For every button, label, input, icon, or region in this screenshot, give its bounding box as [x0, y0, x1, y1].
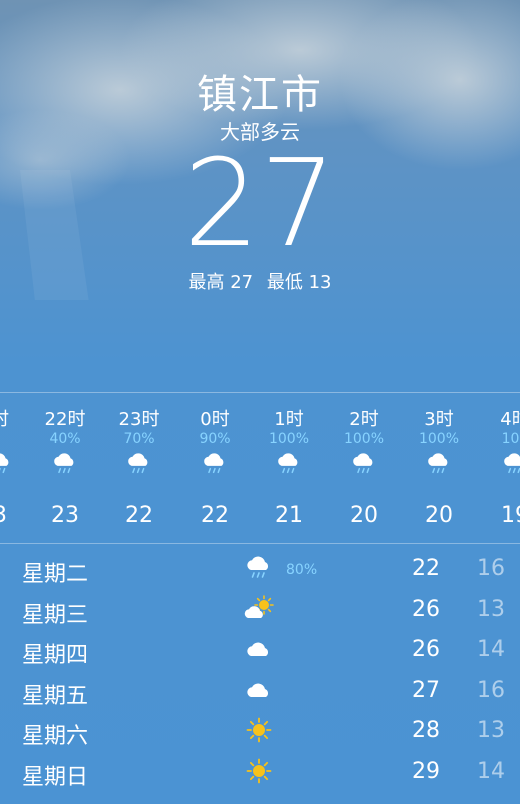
day-name: 星期二: [22, 562, 89, 587]
hour-precip-chance: 90%: [199, 431, 231, 447]
hour-temperature: 20: [350, 503, 378, 528]
hour-time: 0时: [200, 409, 230, 430]
high-low: 最高 27 最低 13: [0, 268, 520, 294]
day-low: 13: [477, 718, 505, 744]
day-low: 16: [477, 677, 505, 703]
cloud-icon: [244, 635, 274, 663]
hour-temperature: 22: [125, 503, 153, 528]
rain-cloud-icon: [0, 451, 14, 477]
hour-time: 1时: [274, 409, 304, 430]
hour-temperature: 22: [201, 503, 229, 528]
day-row: 星期日 29 14: [0, 751, 520, 791]
sun-icon: [244, 757, 274, 785]
day-low: 14: [477, 637, 505, 663]
rain-cloud-icon: [501, 451, 520, 477]
day-low: 13: [477, 596, 505, 622]
hour-precip-chance: 70%: [123, 431, 155, 447]
hour-temperature: 19: [501, 503, 520, 528]
hour-time: 4时: [500, 409, 520, 430]
day-row: 星期四 26 14: [0, 629, 520, 669]
day-high: 29: [412, 759, 440, 784]
hourly-forecast[interactable]: 时322时40%2323时70%220时90%221时100%212时100%2…: [0, 392, 520, 544]
hour-temperature: 21: [275, 503, 303, 528]
day-high: 28: [412, 718, 440, 744]
day-row: 星期五 27 16: [0, 670, 520, 710]
day-row: 星期三 26 13: [0, 589, 520, 629]
day-low: 14: [477, 759, 505, 784]
hour-precip-chance: 100%: [418, 431, 460, 447]
day-high: 27: [412, 677, 440, 703]
day-high: 26: [412, 637, 440, 663]
day-name: 星期六: [22, 724, 89, 750]
day-name: 星期日: [22, 765, 89, 790]
hour-time: 23时: [118, 409, 160, 430]
hour-precip-chance: 100%: [268, 431, 310, 447]
hour-precip-chance: 40%: [49, 431, 81, 447]
sun-icon: [244, 716, 274, 744]
rain-cloud-icon: [350, 451, 378, 477]
hour-time: 3时: [424, 409, 454, 430]
day-name: 星期四: [22, 643, 89, 669]
day-precip-chance: 80%: [286, 562, 318, 578]
high-temperature: 最高 27: [188, 272, 254, 293]
city-name: 镇江市: [197, 72, 323, 118]
cloud-icon: [244, 676, 274, 704]
day-name: 星期五: [22, 683, 89, 709]
day-name: 星期三: [22, 602, 89, 628]
current-temperature: 27: [183, 135, 337, 274]
hour-precip-chance: 100%: [343, 431, 385, 447]
day-row: 星期二 80% 22 16: [0, 548, 520, 588]
day-high: 22: [412, 556, 440, 581]
day-low: 16: [477, 556, 505, 581]
hour-temperature: 23: [51, 503, 79, 528]
hour-time: 22时: [44, 409, 86, 430]
day-row: 星期六 28 13: [0, 710, 520, 750]
rain-cloud-icon: [244, 554, 274, 582]
hour-time: 2时: [349, 409, 379, 430]
hour-temperature: 20: [425, 503, 453, 528]
rain-cloud-icon: [201, 451, 229, 477]
partly-sunny-icon: [244, 594, 274, 623]
rain-cloud-icon: [425, 451, 453, 477]
rain-cloud-icon: [51, 451, 79, 477]
rain-cloud-icon: [125, 451, 153, 477]
low-temperature: 最低 13: [266, 272, 332, 293]
day-high: 26: [412, 596, 440, 622]
rain-cloud-icon: [275, 451, 303, 477]
hour-precip-chance: 100: [501, 431, 520, 447]
